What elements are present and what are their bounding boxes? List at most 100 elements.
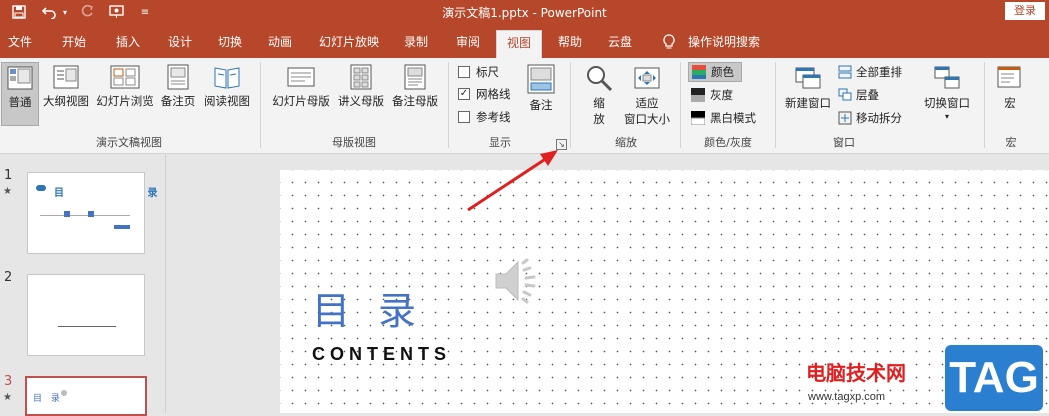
macros-button[interactable]: 宏: [990, 62, 1030, 126]
group-divider: [775, 62, 776, 148]
slide-thumbnail-2[interactable]: [27, 274, 145, 356]
annotation-arrow: [467, 150, 558, 212]
group-label-window: 窗口: [833, 136, 855, 149]
fit-to-window-icon: [634, 67, 660, 89]
normal-view-icon: [7, 66, 33, 90]
move-split-icon: [838, 111, 852, 125]
new-window-icon: [795, 67, 821, 89]
magnifier-icon: [587, 66, 613, 92]
group-label-macros: 宏: [1005, 136, 1017, 149]
outline-view-label: 大纲视图: [43, 94, 89, 108]
tab-record[interactable]: 录制: [396, 30, 436, 58]
tab-insert[interactable]: 插入: [108, 30, 148, 58]
slide-master-icon: [287, 67, 315, 87]
zoom-label-1: 缩: [593, 96, 605, 110]
cascade-icon: [838, 88, 852, 101]
slide-thumbnail-1[interactable]: 目 录: [27, 172, 157, 254]
lightbulb-icon[interactable]: [658, 30, 680, 58]
cascade-label: 层叠: [856, 88, 879, 102]
move-split-button[interactable]: 移动拆分: [838, 108, 902, 128]
notes-master-button[interactable]: 备注母版: [388, 62, 442, 126]
login-button[interactable]: 登录: [1005, 2, 1045, 20]
switch-windows-label: 切换窗口: [924, 96, 970, 110]
title-bar: ▾ ≡ 演示文稿1.pptx - PowerPoint 登录: [0, 0, 1049, 24]
grayscale-icon: [691, 88, 705, 102]
tell-me-search[interactable]: 操作说明搜索: [684, 30, 764, 58]
guides-label: 参考线: [476, 110, 511, 124]
slide-master-button[interactable]: 幻灯片母版: [268, 62, 334, 126]
slide-subtitle[interactable]: CONTENTS: [312, 344, 451, 365]
zoom-button[interactable]: 缩 放: [580, 62, 618, 126]
slide-thumbnail-pane[interactable]: 1 ★ 目 录 2 3 ★ 目 录: [0, 154, 166, 416]
normal-view-button[interactable]: 普通: [1, 62, 39, 126]
tab-design[interactable]: 设计: [160, 30, 200, 58]
notes-page-button[interactable]: 备注页: [158, 62, 198, 126]
outline-view-icon: [53, 65, 79, 89]
slide-sorter-button[interactable]: 幻灯片浏览: [93, 62, 157, 126]
guides-checkbox-box[interactable]: [458, 111, 470, 123]
reading-view-icon: [214, 67, 240, 89]
gridlines-checkbox[interactable]: ✓ 网格线: [458, 84, 511, 104]
slide-sorter-icon: [110, 65, 140, 89]
arrange-all-label: 全部重排: [856, 65, 902, 79]
handout-master-button[interactable]: 讲义母版: [334, 62, 388, 126]
notes-master-icon: [404, 64, 426, 90]
color-button[interactable]: 颜色: [688, 62, 742, 82]
grayscale-button[interactable]: 灰度: [691, 85, 733, 105]
ribbon-tabs: 文件 开始 插入 设计 切换 动画 幻灯片放映 录制 审阅 视图 帮助 云盘 操…: [0, 24, 1049, 58]
handout-master-icon: [350, 64, 372, 90]
slide-master-label: 幻灯片母版: [272, 94, 330, 108]
tab-help[interactable]: 帮助: [550, 30, 590, 58]
tab-cloud[interactable]: 云盘: [600, 30, 640, 58]
notes-button[interactable]: 备注: [522, 62, 560, 126]
tab-animations[interactable]: 动画: [260, 30, 300, 58]
slide-sorter-label: 幻灯片浏览: [96, 94, 154, 108]
window-title: 演示文稿1.pptx - PowerPoint: [442, 6, 607, 20]
arrange-all-icon: [838, 65, 852, 79]
reading-view-button[interactable]: 阅读视图: [199, 62, 255, 126]
tab-transitions[interactable]: 切换: [210, 30, 250, 58]
arrange-all-button[interactable]: 全部重排: [838, 62, 902, 82]
fit-to-window-button[interactable]: 适应 窗口大小: [620, 62, 674, 126]
normal-view-label: 普通: [8, 95, 32, 109]
ruler-checkbox[interactable]: 标尺: [458, 62, 499, 82]
black-white-label: 黑白模式: [710, 111, 756, 125]
black-white-button[interactable]: 黑白模式: [691, 108, 756, 128]
ruler-checkbox-box[interactable]: [458, 66, 470, 78]
slide-thumbnail-3[interactable]: 目 录: [25, 376, 147, 416]
tab-view[interactable]: 视图: [496, 30, 542, 58]
thumb-speaker: [61, 390, 67, 396]
switch-windows-button[interactable]: 切换窗口 ▾: [918, 62, 976, 126]
thumb-title: 目 录: [33, 394, 63, 404]
notes-page-icon: [167, 64, 189, 90]
tab-file[interactable]: 文件: [0, 30, 40, 58]
group-divider: [680, 62, 681, 148]
cascade-button[interactable]: 层叠: [838, 85, 879, 105]
grayscale-label: 灰度: [710, 88, 733, 102]
gridlines-label: 网格线: [476, 87, 511, 101]
new-window-label: 新建窗口: [785, 96, 831, 110]
tab-slideshow[interactable]: 幻灯片放映: [312, 30, 386, 58]
animation-star-icon: ★: [3, 392, 12, 403]
switch-windows-icon: [934, 66, 960, 89]
gridlines-checkbox-box[interactable]: ✓: [458, 88, 470, 100]
group-label-presentation-views: 演示文稿视图: [96, 136, 162, 149]
thumb-marker: [114, 225, 130, 229]
thumb-marker: [64, 211, 70, 217]
tab-review[interactable]: 审阅: [448, 30, 488, 58]
watermark-tag-logo: TAG: [945, 345, 1043, 411]
color-swatch-icon: [692, 65, 706, 79]
thumb-line: [40, 215, 130, 216]
group-divider: [260, 62, 261, 148]
speaker-icon[interactable]: [494, 258, 544, 304]
animation-star-icon: ★: [3, 186, 12, 197]
new-window-button[interactable]: 新建窗口: [780, 62, 836, 126]
guides-checkbox[interactable]: 参考线: [458, 107, 511, 127]
outline-view-button[interactable]: 大纲视图: [40, 62, 92, 126]
notes-master-label: 备注母版: [392, 94, 438, 108]
slide-title[interactable]: 目录: [312, 280, 444, 335]
slide-number-1: 1: [4, 168, 13, 183]
tab-home[interactable]: 开始: [54, 30, 94, 58]
thumb-marker: [88, 211, 94, 217]
macros-icon: [997, 66, 1021, 88]
